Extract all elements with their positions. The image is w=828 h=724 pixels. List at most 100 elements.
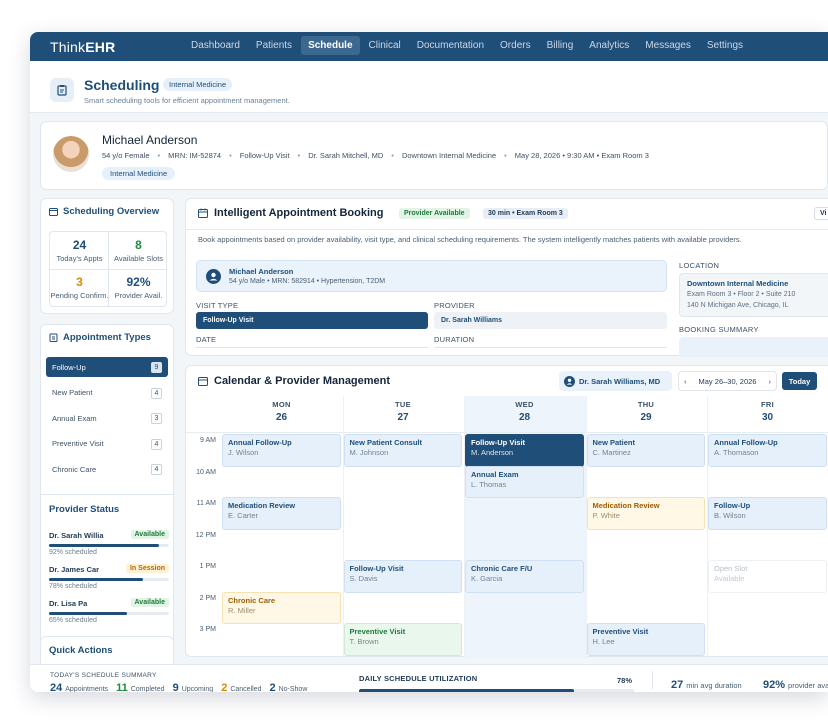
appointment-patient: K. Garcia	[471, 574, 503, 583]
user-icon	[206, 269, 221, 284]
nav-orders[interactable]: Orders	[493, 36, 538, 55]
appointment-block[interactable]: New Patient Consult M. Johnson	[343, 434, 462, 467]
logo-bold: EHR	[85, 39, 116, 55]
day-header-tue[interactable]: TUE 27	[343, 400, 464, 423]
provider-selector[interactable]: Dr. Sarah Williams, MD	[559, 371, 672, 391]
footer-summary-label: TODAY'S SCHEDULE SUMMARY	[50, 672, 157, 679]
date-field[interactable]	[196, 347, 428, 348]
appointment-block[interactable]: Medication Review P. White	[586, 497, 705, 530]
chevron-right-icon[interactable]: ›	[769, 377, 772, 386]
booking-patient-meta: 54 y/o Male • MRN: 582914 • Hypertension…	[229, 278, 386, 285]
avg-duration-label: min avg duration	[686, 681, 742, 690]
location-card[interactable]: Downtown Internal Medicine Exam Room 3 •…	[679, 273, 828, 317]
provider-status-badge: Available	[130, 598, 169, 607]
provider-status-badge: In Session	[125, 564, 169, 573]
provider-avail-label: provider ava	[788, 681, 828, 690]
nav-clinical[interactable]: Clinical	[362, 36, 408, 55]
day-header-fri[interactable]: FRI 30	[707, 400, 828, 423]
appointment-title: Chronic Care F/U	[471, 564, 533, 573]
today-button[interactable]: Today	[782, 372, 817, 390]
appointment-type-label: Follow-Up	[52, 362, 86, 372]
nav-schedule[interactable]: Schedule	[301, 36, 360, 55]
nav-patients[interactable]: Patients	[249, 36, 299, 55]
appointment-title: Chronic Care	[228, 595, 276, 605]
appointment-block[interactable]: Open Slot Available	[708, 560, 827, 593]
provider-progress-bar	[49, 544, 169, 547]
appointment-type-item[interactable]: Follow-Up 9	[46, 357, 168, 377]
calendar-icon	[198, 377, 208, 386]
schedule-summary-footer: TODAY'S SCHEDULE SUMMARY 24 Appointments 1…	[30, 664, 828, 692]
summary-count-value: 9	[172, 682, 179, 692]
appointment-block[interactable]: Chronic Care R. Miller	[222, 591, 341, 624]
appointment-type-item[interactable]: New Patient 4	[46, 383, 168, 403]
booking-summary-card	[679, 337, 828, 357]
appointment-title: Open Slot	[714, 564, 748, 573]
appointment-title: Annual Follow-Up	[228, 438, 292, 447]
day-date: 27	[397, 412, 409, 423]
booking-patient-name: Michael Anderson	[229, 267, 294, 276]
location-line1: Exam Room 3 • Floor 2 • Suite 210	[687, 291, 796, 298]
provider-row[interactable]: Dr. James Car In Session 78% scheduled	[49, 564, 169, 590]
meta-separator: •	[297, 151, 301, 160]
provider-select[interactable]: Dr. Sarah Williams	[434, 312, 667, 329]
page-header: Scheduling Internal Medicine Smart sched…	[30, 61, 828, 113]
nav-settings[interactable]: Settings	[700, 36, 750, 55]
appointment-block[interactable]: Annual Follow-Up A. Thomason	[708, 434, 827, 467]
provider-row[interactable]: Dr. Lisa Pa Available 65% scheduled	[49, 598, 169, 624]
provider-progress-bar	[49, 612, 169, 615]
appointment-block[interactable]: Preventive Visit T. Brown	[343, 623, 462, 656]
appointment-block[interactable]: Preventive Visit H. Lee	[586, 623, 705, 656]
appointment-block[interactable]: Follow-Up Visit M. Anderson	[465, 434, 584, 467]
appointment-type-count: 9	[151, 362, 162, 373]
summary-count-label: No-Show	[278, 686, 308, 692]
stat-value: 3	[76, 275, 83, 289]
visit-type-select[interactable]: Follow-Up Visit	[196, 312, 428, 329]
chevron-left-icon[interactable]: ‹	[684, 377, 687, 386]
appointment-block[interactable]: Follow-Up B. Wilson	[708, 497, 827, 530]
appointment-block[interactable]: Follow-Up Visit S. Davis	[343, 560, 462, 593]
appointment-type-label: New Patient	[52, 388, 93, 397]
user-icon	[564, 375, 575, 387]
day-name: TUE	[395, 400, 411, 409]
appointment-block[interactable]: Annual Follow-Up J. Wilson	[222, 434, 341, 467]
time-label: 11 AM	[196, 500, 216, 507]
appointment-block[interactable]: Medication Review E. Carter	[222, 497, 341, 530]
app-logo[interactable]: ThinkEHR	[50, 39, 115, 55]
view-button[interactable]: Vi	[814, 207, 828, 220]
calendar-title: Calendar & Provider Management	[214, 375, 391, 387]
date-range-picker: ‹ May 26–30, 2026 ›	[678, 371, 777, 391]
patient-name: Michael Anderson	[102, 133, 198, 147]
appointment-block[interactable]: Chronic Care F/U K. Garcia	[465, 560, 584, 593]
appointment-patient: R. Miller	[228, 605, 256, 615]
nav-dashboard[interactable]: Dashboard	[184, 36, 247, 55]
logo-prefix: Think	[50, 39, 86, 55]
booking-patient-card[interactable]: Michael Anderson 54 y/o Male • MRN: 5829…	[196, 260, 667, 292]
avg-duration-value: 27	[671, 679, 684, 691]
appointment-block[interactable]: New Patient C. Martinez	[586, 434, 705, 467]
day-header-thu[interactable]: THU 29	[586, 400, 707, 423]
time-label: 1 PM	[199, 563, 216, 570]
appointment-block[interactable]: Annual Exam L. Thomas	[465, 465, 584, 498]
provider-status-badge: Available	[130, 530, 169, 539]
provider-progress-fill	[49, 612, 127, 615]
nav-documentation[interactable]: Documentation	[410, 36, 491, 55]
provider-row[interactable]: Dr. Sarah Willia Available 92% scheduled	[49, 530, 169, 556]
stat-value: 24	[72, 238, 87, 252]
appointment-type-item[interactable]: Chronic Care 4	[46, 459, 168, 479]
meta-separator: •	[504, 151, 507, 160]
day-header-mon[interactable]: MON 26	[221, 400, 342, 423]
appointment-type-count: 3	[151, 413, 162, 424]
appointment-type-item[interactable]: Annual Exam 3	[46, 408, 168, 428]
day-header-wed[interactable]: WED 28	[464, 400, 585, 423]
appointment-title: New Patient Consult	[349, 438, 423, 447]
overview-stats: 24 Today's Appts 8 Available Slots 3 Pending …	[49, 231, 167, 307]
stat-label: Provider Avail.	[114, 291, 163, 300]
appointment-type-item[interactable]: Preventive Visit 4	[46, 434, 168, 454]
nav-billing[interactable]: Billing	[540, 36, 581, 55]
nav-analytics[interactable]: Analytics	[582, 36, 636, 55]
day-name: MON	[272, 400, 291, 409]
nav-messages[interactable]: Messages	[638, 36, 698, 55]
time-label: 10 AM	[196, 468, 216, 476]
overview-stat: 92% Provider Avail.	[109, 269, 168, 307]
duration-field[interactable]	[434, 347, 667, 348]
